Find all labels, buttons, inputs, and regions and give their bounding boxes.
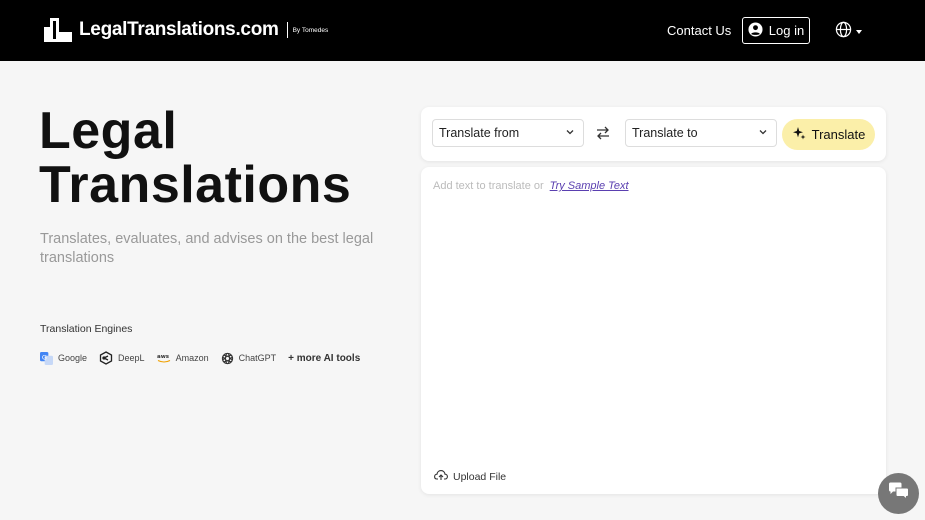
target-language-select[interactable]: Translate to [625,119,777,147]
globe-icon [835,21,852,43]
source-text-area[interactable]: Add text to translate or Try Sample Text … [421,167,886,494]
more-ai-tools-link[interactable]: + more AI tools [288,353,360,364]
title-line-1: Legal [39,102,178,160]
try-sample-text-link[interactable]: Try Sample Text [550,180,629,192]
placeholder-text: Add text to translate or [433,180,544,192]
translate-button[interactable]: Translate [782,119,875,150]
top-navigation-bar: LegalTranslations.com By Tomedes Contact… [0,0,925,61]
text-placeholder: Add text to translate or Try Sample Text [433,180,629,192]
logo-divider [286,22,288,38]
engine-amazon: aws Amazon [157,352,209,364]
swap-languages-button[interactable] [595,125,611,146]
chevron-down-icon [758,126,768,140]
engine-chatgpt-label: ChatGPT [238,353,277,363]
engines-list: G Google DeepL aws Amazon ChatGPT + more… [40,351,360,365]
logo-text: LegalTranslations.com [79,19,279,40]
engine-google: G Google [40,351,88,365]
engine-amazon-label: Amazon [175,353,209,363]
language-selector[interactable] [835,21,862,43]
contact-us-link[interactable]: Contact Us [667,23,731,38]
engine-deepl: DeepL [99,351,145,365]
cloud-upload-icon [434,469,448,484]
source-language-label: Translate from [439,126,520,140]
chatgpt-icon [221,352,234,365]
source-language-select[interactable]: Translate from [432,119,584,147]
svg-text:aws: aws [157,354,170,360]
google-translate-icon: G [40,351,53,365]
user-circle-icon [748,21,763,40]
svg-text:G: G [42,353,47,361]
page-subtitle: Translates, evaluates, and advises on th… [40,231,374,266]
login-label: Log in [768,23,805,38]
engine-deepl-label: DeepL [118,353,145,363]
translate-button-label: Translate [811,127,866,142]
engine-chatgpt: ChatGPT [221,352,277,365]
upload-file-button[interactable]: Upload File [434,469,506,484]
swap-arrows-icon [595,126,611,145]
translator-toolbar: Translate from Translate to Translate [421,107,886,161]
page-title: Legal Translations [39,104,351,212]
deepl-icon [99,351,113,365]
logo-byline: By Tomedes [292,26,329,34]
login-button[interactable]: Log in [742,17,810,44]
aws-icon: aws [157,352,171,364]
engine-google-label: Google [58,353,88,363]
logo-mark-icon [44,18,72,42]
site-logo[interactable]: LegalTranslations.com By Tomedes [44,18,328,42]
caret-down-icon [856,30,862,34]
chat-widget-button[interactable] [878,473,919,514]
chat-bubbles-icon [888,482,910,505]
title-line-2: Translations [39,156,352,214]
sparkles-icon [792,126,806,143]
upload-file-label: Upload File [453,470,507,483]
target-language-label: Translate to [632,126,698,140]
chevron-down-icon [565,126,575,140]
engines-label: Translation Engines [40,323,133,335]
